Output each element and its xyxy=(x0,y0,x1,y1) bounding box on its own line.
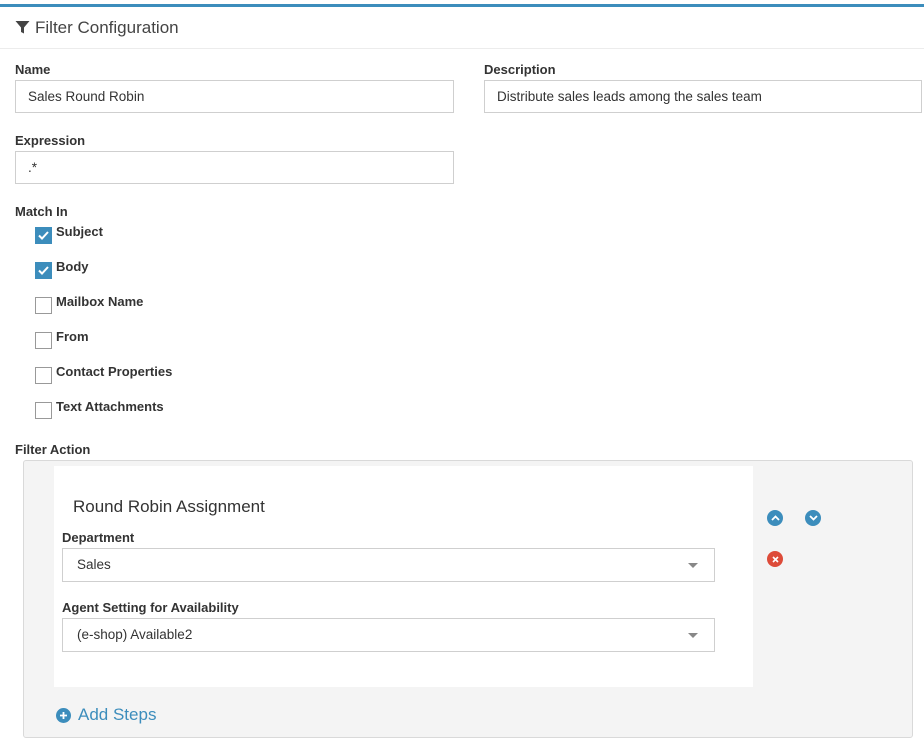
department-select[interactable]: Sales xyxy=(62,548,715,582)
department-selected-value: Sales xyxy=(77,557,111,572)
move-step-down-button[interactable] xyxy=(805,510,821,526)
match-body-option[interactable]: Body xyxy=(35,259,89,279)
add-steps-label: Add Steps xyxy=(78,705,157,724)
description-label: Description xyxy=(484,62,556,77)
caret-down-icon xyxy=(688,633,698,638)
body-checkbox-label: Body xyxy=(56,259,89,274)
subject-checkbox-label: Subject xyxy=(56,224,103,239)
expression-label: Expression xyxy=(15,133,86,148)
match-mailbox-name-option[interactable]: Mailbox Name xyxy=(35,294,143,314)
name-label: Name xyxy=(15,62,51,77)
contact-properties-checkbox-label: Contact Properties xyxy=(56,364,173,379)
match-in-label: Match In xyxy=(15,204,68,219)
from-checkbox-label: From xyxy=(56,329,89,344)
text-attachments-checkbox-label: Text Attachments xyxy=(56,399,164,414)
caret-down-icon xyxy=(688,563,698,568)
close-icon xyxy=(771,555,779,563)
department-label: Department xyxy=(62,530,135,545)
checkmark-icon xyxy=(38,266,49,275)
match-subject-option[interactable]: Subject xyxy=(35,224,103,244)
match-contact-properties-option[interactable]: Contact Properties xyxy=(35,364,172,384)
move-step-up-button[interactable] xyxy=(767,510,783,526)
filter-action-label: Filter Action xyxy=(15,442,91,457)
filter-icon xyxy=(15,20,30,35)
remove-step-button[interactable] xyxy=(767,551,783,567)
description-input[interactable] xyxy=(484,80,922,113)
mailbox-name-checkbox-label: Mailbox Name xyxy=(56,294,144,309)
agent-setting-select[interactable]: (e-shop) Available2 xyxy=(62,618,715,652)
from-checkbox[interactable] xyxy=(35,332,52,349)
contact-properties-checkbox[interactable] xyxy=(35,367,52,384)
chevron-down-icon xyxy=(808,515,818,521)
expression-input[interactable] xyxy=(15,151,454,184)
subject-checkbox[interactable] xyxy=(35,227,52,244)
agent-setting-selected-value: (e-shop) Available2 xyxy=(77,627,193,642)
text-attachments-checkbox[interactable] xyxy=(35,402,52,419)
panel-header: Filter Configuration xyxy=(0,7,924,49)
mailbox-name-checkbox[interactable] xyxy=(35,297,52,314)
agent-setting-label: Agent Setting for Availability xyxy=(62,600,239,615)
body-checkbox[interactable] xyxy=(35,262,52,279)
page-title: Filter Configuration xyxy=(35,17,179,37)
chevron-up-icon xyxy=(770,515,780,521)
checkmark-icon xyxy=(38,231,49,240)
match-text-attachments-option[interactable]: Text Attachments xyxy=(35,399,164,419)
match-from-option[interactable]: From xyxy=(35,329,89,349)
add-steps-button[interactable]: Add Steps xyxy=(56,705,156,725)
name-input[interactable] xyxy=(15,80,454,113)
plus-circle-icon xyxy=(56,707,71,723)
step-title: Round Robin Assignment xyxy=(73,497,265,516)
